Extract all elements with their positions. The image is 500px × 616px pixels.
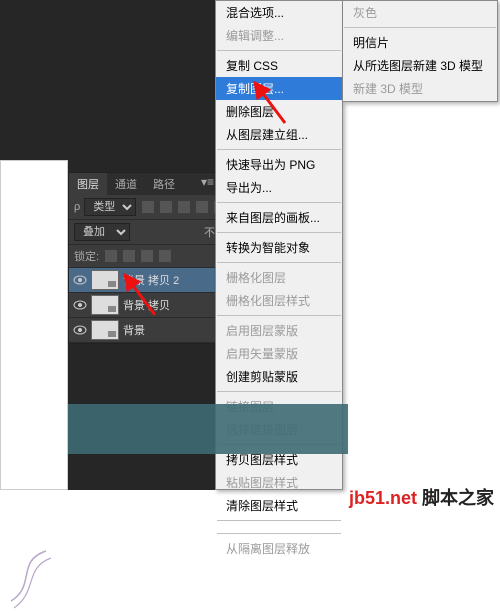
- menu-separator: [344, 27, 496, 28]
- menu-item[interactable]: 复制 CSS: [216, 54, 342, 77]
- menu-item[interactable]: 从图层建立组...: [216, 123, 342, 146]
- visibility-eye-icon[interactable]: [73, 300, 87, 310]
- context-submenu: 灰色明信片从所选图层新建 3D 模型新建 3D 模型: [343, 0, 498, 102]
- lock-all-icon[interactable]: [159, 250, 171, 262]
- panel-tabs: 图层 通道 路径 ▾≡: [69, 173, 220, 195]
- menu-item: 启用图层蒙版: [216, 319, 342, 342]
- filter-kind-select[interactable]: 类型: [84, 198, 136, 216]
- filter-text-icon[interactable]: [178, 201, 190, 213]
- opacity-label: 不: [204, 224, 215, 240]
- menu-separator: [217, 315, 341, 316]
- menu-item[interactable]: 混合选项...: [216, 1, 342, 24]
- menu-item[interactable]: 明信片: [343, 31, 497, 54]
- menu-item[interactable]: 创建剪贴蒙版: [216, 365, 342, 388]
- layer-item[interactable]: 背景 拷贝 2: [69, 268, 220, 293]
- menu-item: 栅格化图层样式: [216, 289, 342, 312]
- tab-layers[interactable]: 图层: [69, 173, 107, 195]
- filter-kind-label: ρ: [74, 201, 80, 213]
- menu-item[interactable]: 转换为智能对象: [216, 236, 342, 259]
- menu-separator: [217, 262, 341, 263]
- document-canvas[interactable]: [0, 160, 68, 490]
- layer-name-label: 背景 拷贝 2: [123, 272, 179, 288]
- watermark: jb51.net 脚本之家: [349, 484, 494, 510]
- menu-item: 灰色: [343, 1, 497, 24]
- menu-item[interactable]: 快速导出为 PNG: [216, 153, 342, 176]
- menu-item[interactable]: 删除图层: [216, 100, 342, 123]
- watermark-site: 脚本之家: [422, 488, 494, 508]
- menu-separator: [217, 520, 341, 521]
- menu-separator: [217, 232, 341, 233]
- menu-item[interactable]: 导出为...: [216, 176, 342, 199]
- menu-item[interactable]: 来自图层的画板...: [216, 206, 342, 229]
- menu-item: 新建 3D 模型: [343, 77, 497, 100]
- menu-item: 启用矢量蒙版: [216, 342, 342, 365]
- menu-item: [216, 524, 342, 530]
- tab-paths[interactable]: 路径: [145, 173, 183, 195]
- layer-name-label: 背景: [123, 322, 145, 338]
- layer-thumbnail[interactable]: [91, 295, 119, 315]
- menu-item: 栅格化图层: [216, 266, 342, 289]
- layer-item[interactable]: 背景: [69, 318, 220, 343]
- filter-adjust-icon[interactable]: [160, 201, 172, 213]
- menu-separator: [217, 50, 341, 51]
- blend-mode-select[interactable]: 叠加: [74, 223, 130, 241]
- lock-transparent-icon[interactable]: [105, 250, 117, 262]
- layer-thumbnail[interactable]: [91, 270, 119, 290]
- lock-position-icon[interactable]: [141, 250, 153, 262]
- filter-icons: [142, 201, 226, 213]
- menu-separator: [217, 533, 341, 534]
- menu-item[interactable]: 复制图层...: [216, 77, 342, 100]
- watermark-band: [68, 404, 348, 454]
- layer-item[interactable]: 背景 拷贝: [69, 293, 220, 318]
- menu-separator: [217, 202, 341, 203]
- visibility-eye-icon[interactable]: [73, 275, 87, 285]
- filter-shape-icon[interactable]: [196, 201, 208, 213]
- menu-item: 从隔离图层释放: [216, 537, 342, 560]
- lock-image-icon[interactable]: [123, 250, 135, 262]
- watermark-domain: jb51.net: [349, 488, 417, 508]
- layer-name-label: 背景 拷贝: [123, 297, 170, 313]
- layer-list: 背景 拷贝 2 背景 拷贝背景: [69, 268, 220, 343]
- menu-item: 粘贴图层样式: [216, 471, 342, 494]
- visibility-eye-icon[interactable]: [73, 325, 87, 335]
- menu-item[interactable]: 从所选图层新建 3D 模型: [343, 54, 497, 77]
- tab-channels[interactable]: 通道: [107, 173, 145, 195]
- document-artwork: [6, 546, 56, 616]
- filter-pixel-icon[interactable]: [142, 201, 154, 213]
- menu-separator: [217, 391, 341, 392]
- lock-label: 锁定:: [74, 248, 99, 264]
- menu-item: 编辑调整...: [216, 24, 342, 47]
- layer-thumbnail[interactable]: [91, 320, 119, 340]
- layers-panel: 图层 通道 路径 ▾≡ ρ 类型 叠加 不 锁定: 背景 拷贝 2 背景 拷贝背景: [68, 172, 221, 344]
- menu-separator: [217, 149, 341, 150]
